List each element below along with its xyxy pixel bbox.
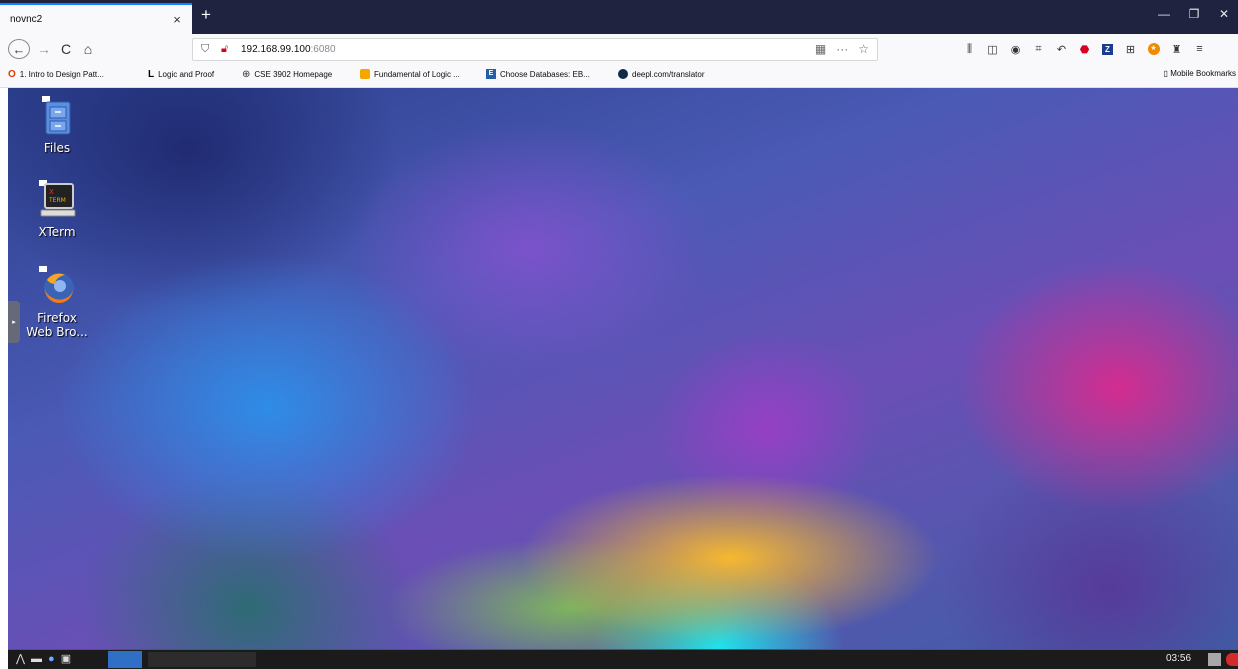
show-desktop-icon[interactable]: ▬ (31, 653, 42, 665)
bookmark-design-patterns[interactable]: O 1. Intro to Design Patt... (8, 69, 104, 80)
restore-icon[interactable]: ❐ (1186, 7, 1202, 21)
bookmark-choose-databases[interactable]: E Choose Databases: EB... (486, 69, 590, 79)
extension-icon[interactable]: ★ (1142, 41, 1165, 57)
bookmark-fundamental-logic[interactable]: Fundamental of Logic ... (360, 69, 460, 79)
tab-title: novnc2 (10, 14, 43, 25)
url-port: :6080 (310, 44, 336, 55)
mobile-icon: ▯ (1163, 69, 1168, 78)
ebsco-icon: E (486, 69, 496, 79)
start-menu-icon[interactable]: ⋀ (16, 652, 25, 665)
new-tab-button[interactable]: + (197, 6, 215, 24)
undo-icon[interactable]: ↶ (1050, 41, 1073, 57)
remote-taskbar: ⋀ ▬ ● ▣ 03:56 (8, 649, 1238, 669)
close-window-icon[interactable]: ✕ (1216, 7, 1232, 21)
bookmark-star-icon[interactable]: ☆ (858, 42, 869, 56)
deepl-icon (618, 69, 628, 79)
dev-icon[interactable]: ♜ (1165, 41, 1188, 57)
desktop-icon-label-line2: Web Bro... (26, 325, 88, 339)
remote-desktop[interactable]: Files X TERM XTerm Firefox Web Bro... ▸ (8, 88, 1238, 649)
qr-code-icon[interactable]: ▦ (815, 42, 826, 56)
svg-text:TERM: TERM (48, 197, 66, 204)
back-button[interactable]: ← (8, 39, 30, 59)
svg-text:X: X (49, 188, 54, 196)
power-tray-icon[interactable] (1226, 653, 1238, 666)
tracking-shield-icon[interactable]: ⛉ (201, 43, 217, 56)
desktop-icon-files[interactable]: Files (22, 94, 92, 155)
tab-novnc2[interactable]: novnc2 × (0, 3, 192, 34)
tab-close-icon[interactable]: × (170, 12, 184, 27)
bookmarks-bar: O 1. Intro to Design Patt... L Logic and… (0, 64, 1238, 88)
minimize-icon[interactable]: — (1156, 7, 1172, 21)
novnc-control-bar-handle[interactable]: ▸ (8, 301, 20, 343)
tab-strip: novnc2 × + — ❐ ✕ (0, 0, 1238, 34)
menu-icon[interactable]: ≡ (1188, 41, 1211, 57)
reload-button[interactable]: C (58, 39, 74, 59)
desktop-icon-xterm[interactable]: X TERM XTerm (22, 180, 92, 239)
library-icon[interactable]: ⫼ (958, 41, 981, 57)
taskbar-active-desktop[interactable] (108, 651, 142, 668)
firefox-icon (39, 266, 74, 304)
desktop-icon-label: Files (43, 141, 71, 155)
mobile-bookmarks[interactable]: ▯ Mobile Bookmarks (1164, 69, 1236, 78)
adblock-icon[interactable]: ⬣ (1073, 41, 1096, 57)
globe-icon: ⊕ (242, 69, 251, 80)
desktop-icon-label-line1: Firefox (37, 311, 77, 325)
terminal-icon: X TERM (39, 180, 76, 217)
desktop-icon-firefox[interactable]: Firefox Web Bro... (22, 266, 92, 339)
sidebar-icon[interactable]: ◫ (981, 41, 1004, 57)
toolbar-icons: ⫼ ◫ ◉ ⌗ ↶ ⬣ Z ⊞ ★ ♜ ≡ (958, 41, 1211, 57)
forward-button[interactable]: → (36, 39, 52, 59)
bookmark-logic-proof[interactable]: L Logic and Proof (148, 69, 214, 80)
files-launcher-icon[interactable]: ▣ (61, 652, 71, 665)
bookmark-folder-icon (360, 69, 370, 79)
grid-icon[interactable]: ⊞ (1119, 41, 1142, 57)
taskbar-launchers: ⋀ ▬ ● ▣ (16, 652, 71, 666)
insecure-lock-icon[interactable]: 🔓︎ (221, 43, 237, 56)
account-icon[interactable]: ◉ (1004, 41, 1027, 57)
browser-launcher-icon[interactable]: ● (48, 653, 55, 665)
url-host: 192.168.99.100 (241, 44, 311, 55)
taskbar-window-list[interactable] (148, 652, 256, 667)
file-cabinet-icon (42, 96, 71, 135)
network-tray-icon[interactable] (1208, 653, 1221, 666)
logic-l-icon: L (148, 69, 155, 80)
zotero-icon[interactable]: Z (1096, 41, 1119, 57)
url-bar[interactable]: ⛉ 🔓︎ 192.168.99.100 :6080 ▦ ··· ☆ (192, 38, 878, 61)
home-button[interactable]: ⌂ (80, 39, 96, 59)
desktop-icon-label: XTerm (38, 225, 76, 239)
taskbar-clock[interactable]: 03:56 (1166, 653, 1191, 664)
page-actions-icon[interactable]: ··· (836, 42, 848, 56)
bookmark-cse3902[interactable]: ⊕ CSE 3902 Homepage (242, 69, 332, 80)
bookmark-deepl[interactable]: deepl.com/translator (618, 69, 704, 79)
screenshot-icon[interactable]: ⌗ (1027, 41, 1050, 57)
opera-icon: O (8, 69, 16, 80)
nav-bar: ← → C ⌂ ⛉ 🔓︎ 192.168.99.100 :6080 ▦ ··· … (0, 34, 1238, 64)
